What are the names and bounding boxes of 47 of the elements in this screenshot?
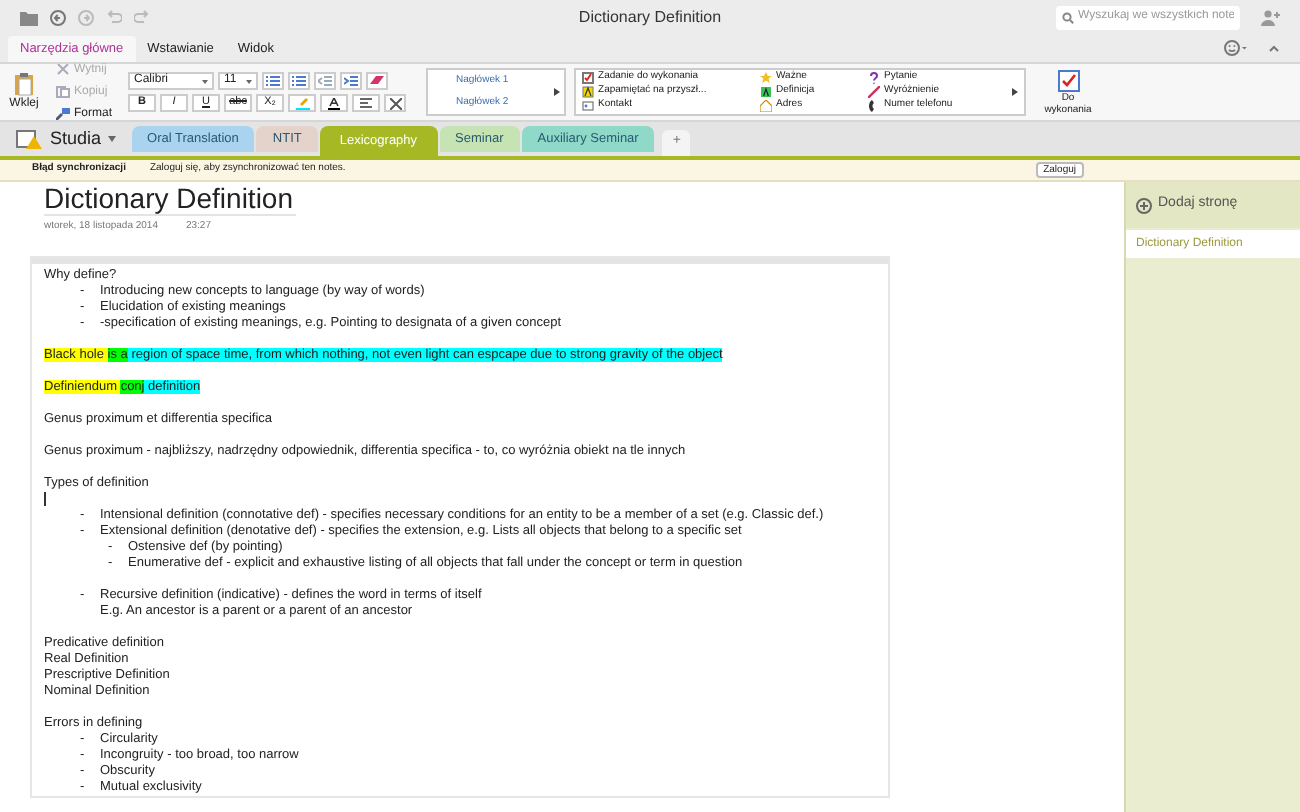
indent-button[interactable] bbox=[340, 72, 363, 90]
highlighter-icon bbox=[295, 97, 310, 109]
page-title[interactable]: Dictionary Definition bbox=[44, 182, 296, 216]
folder-icon[interactable] bbox=[20, 9, 38, 25]
plus-circle-icon bbox=[1136, 197, 1152, 213]
letter-tag-icon bbox=[760, 86, 773, 98]
checkbox-icon bbox=[1057, 69, 1080, 91]
clipboard-icon bbox=[14, 71, 34, 95]
clear-formatting-button[interactable] bbox=[366, 72, 389, 90]
notebook-switcher[interactable]: Studia bbox=[16, 125, 116, 153]
checkbox-icon bbox=[582, 72, 595, 84]
bullet-list-icon bbox=[266, 76, 281, 86]
font-color-button[interactable] bbox=[320, 94, 349, 112]
caret-icon bbox=[107, 136, 116, 142]
collapse-icon[interactable] bbox=[1268, 44, 1280, 52]
contact-card-icon bbox=[582, 100, 595, 112]
numbered-list-button[interactable] bbox=[288, 72, 311, 90]
align-icon bbox=[360, 98, 373, 108]
add-person-icon[interactable] bbox=[1260, 9, 1280, 25]
caret-icon bbox=[246, 79, 253, 83]
font-color-icon bbox=[328, 97, 341, 109]
question-mark-icon bbox=[868, 72, 881, 84]
marker-icon bbox=[868, 86, 881, 98]
copy-icon bbox=[56, 86, 70, 98]
text-cursor bbox=[44, 492, 46, 506]
house-icon bbox=[760, 100, 773, 112]
close-icon bbox=[389, 97, 402, 109]
letter-tag-icon bbox=[582, 86, 595, 98]
back-icon[interactable] bbox=[50, 9, 66, 25]
align-button[interactable] bbox=[352, 94, 381, 112]
bullet-list-button[interactable] bbox=[262, 72, 285, 90]
expand-arrow-icon bbox=[554, 88, 561, 96]
indent-icon bbox=[344, 76, 359, 86]
delete-button[interactable] bbox=[384, 94, 407, 112]
caret-icon bbox=[202, 79, 209, 83]
window-title: Dictionary Definition bbox=[578, 6, 722, 30]
scissors-icon bbox=[56, 64, 70, 76]
highlight-color-button[interactable] bbox=[288, 94, 317, 112]
brush-icon bbox=[56, 108, 70, 120]
expand-arrow-icon bbox=[1012, 88, 1019, 96]
smiley-icon[interactable] bbox=[1224, 40, 1248, 56]
eraser-icon bbox=[370, 76, 385, 86]
search-icon bbox=[1062, 11, 1074, 23]
outdent-icon bbox=[318, 76, 333, 86]
notebook-warning-icon bbox=[16, 129, 44, 149]
star-icon bbox=[760, 72, 773, 84]
numbered-list-icon bbox=[292, 76, 307, 86]
